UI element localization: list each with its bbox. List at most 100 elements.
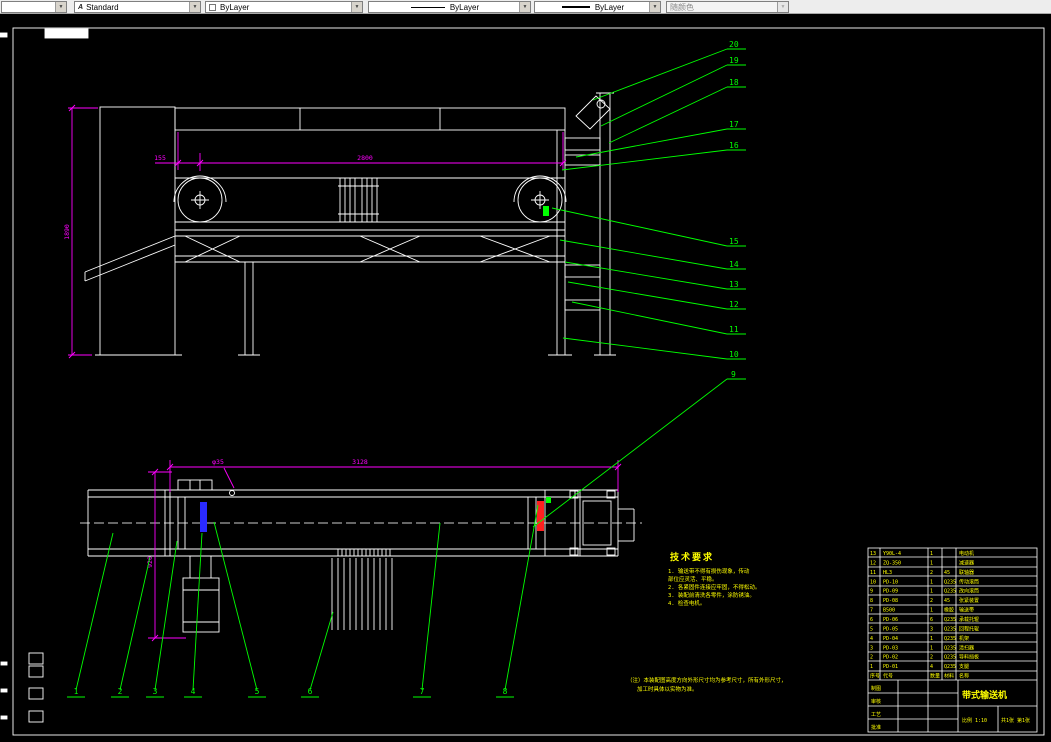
bom-cell: 1 bbox=[930, 608, 933, 614]
info-label-check: 审核 bbox=[871, 698, 881, 705]
tech-line-3: 2. 各紧固件连接应牢固，不得松动。 bbox=[668, 583, 760, 591]
bom-cell: 9 bbox=[870, 589, 873, 595]
bom-cell: 8 bbox=[870, 598, 873, 604]
bom-cell: 传动滚筒 bbox=[959, 578, 979, 585]
bom-cell: HL3 bbox=[883, 570, 892, 576]
info-label-process: 工艺 bbox=[871, 712, 881, 718]
bom-cell: Q235 bbox=[944, 626, 956, 632]
bom-cell: 4 bbox=[870, 636, 873, 642]
bom-cell: 改向滚筒 bbox=[959, 588, 979, 595]
bom-cell: PD-04 bbox=[883, 636, 898, 642]
bom-cell: 2 bbox=[930, 598, 933, 604]
bom-cell: 2 bbox=[930, 570, 933, 576]
text-style-icon: A bbox=[78, 3, 84, 11]
bom-cell: 名称 bbox=[959, 673, 969, 680]
leader-lines-bottom bbox=[67, 504, 539, 698]
tech-requirements-title: 技术要求 bbox=[670, 551, 714, 563]
bom-cell: 减速器 bbox=[959, 559, 974, 566]
callout-number-13: 13 bbox=[729, 280, 739, 289]
linetype-dropdown[interactable]: ByLayer ▼ bbox=[368, 1, 531, 13]
bom-cell: ZQ-350 bbox=[883, 560, 901, 566]
bom-cell: 45 bbox=[944, 570, 950, 576]
bom-cell: 3 bbox=[930, 626, 933, 632]
callout-number-6: 6 bbox=[308, 687, 313, 696]
bom-parts-list: 13 Y90L-4 1 电动机12 ZQ-350 1 减速器11 HL3 2 45 联轴器10 PD-… bbox=[870, 550, 979, 680]
side-view-dimensions: 155 2800 1890 bbox=[63, 104, 567, 359]
callout-number-7: 7 bbox=[420, 687, 425, 696]
lineweight-arrow-icon[interactable]: ▼ bbox=[649, 2, 660, 12]
color-swatch-icon bbox=[209, 3, 216, 11]
model-space-canvas[interactable]: 155 2800 1890 3128 φ35 920 20 19 18 17 1… bbox=[0, 14, 1051, 742]
bom-cell: 1 bbox=[930, 560, 933, 566]
linetype-value: ByLayer bbox=[449, 2, 480, 12]
tech-line-1: 1. 输送带不得有损伤现象，传动 bbox=[668, 567, 750, 575]
bom-cell: Q235 bbox=[944, 645, 956, 651]
cad-drawing: 155 2800 1890 3128 φ35 920 20 19 18 17 1… bbox=[0, 27, 1045, 736]
text-style-arrow-icon[interactable]: ▼ bbox=[189, 2, 200, 12]
text-style-value: Standard bbox=[86, 2, 119, 12]
linetype-arrow-icon[interactable]: ▼ bbox=[519, 2, 530, 12]
layer-dropdown-arrow-icon[interactable]: ▼ bbox=[55, 2, 66, 12]
bom-cell: PD-09 bbox=[883, 589, 898, 595]
tech-line-5: 4. 检查电机。 bbox=[668, 599, 705, 607]
callouts-bottom: 1 2 3 4 5 6 7 8 bbox=[74, 687, 508, 696]
lineweight-value: ByLayer bbox=[594, 2, 625, 12]
drawing-sheet-count: 共1张 第1张 bbox=[1001, 717, 1030, 724]
bom-cell: Q235 bbox=[944, 579, 956, 585]
bom-cell: 数量 bbox=[930, 673, 940, 680]
bom-cell: 10 bbox=[870, 579, 876, 585]
bom-cell: 联轴器 bbox=[959, 569, 974, 576]
callout-number-5: 5 bbox=[255, 687, 260, 696]
bom-cell: 支腿 bbox=[959, 663, 969, 670]
bom-cell: 2 bbox=[870, 655, 873, 661]
bom-cell: 机架 bbox=[959, 635, 969, 642]
plan-view-dimensions: 3128 φ35 920 bbox=[146, 458, 622, 642]
lineweight-dropdown[interactable]: ByLayer ▼ bbox=[534, 1, 661, 13]
bom-cell: 1 bbox=[870, 664, 873, 670]
bom-cell: PD-03 bbox=[883, 645, 898, 651]
title-block-info: 制图 审核 工艺 批准 带式输送机 比例 1:10 共1张 第1张 bbox=[871, 685, 1030, 731]
lineweight-sample-icon bbox=[561, 6, 590, 8]
bom-cell: 5 bbox=[870, 626, 873, 632]
bom-cell: PD-02 bbox=[883, 655, 898, 661]
bom-cell: 导料挡板 bbox=[959, 654, 979, 661]
bom-cell: 1 bbox=[930, 636, 933, 642]
bom-cell: 2 bbox=[930, 655, 933, 661]
callout-number-18: 18 bbox=[729, 78, 739, 87]
plotstyle-value: 随颜色 bbox=[670, 2, 694, 12]
callout-number-2: 2 bbox=[118, 687, 123, 696]
bom-cell: 11 bbox=[870, 570, 876, 576]
callout-number-19: 19 bbox=[729, 56, 739, 65]
note-line-1: （注）本装配图高度方向外形尺寸均为参考尺寸，所有外形尺寸， bbox=[627, 676, 787, 684]
bom-cell: 代号 bbox=[883, 673, 893, 680]
layer-dropdown[interactable]: ▼ bbox=[1, 1, 67, 13]
bom-cell: PD-05 bbox=[883, 626, 898, 632]
callout-number-9: 9 bbox=[731, 370, 736, 379]
bom-cell: Q235 bbox=[944, 617, 956, 623]
callout-number-10: 10 bbox=[729, 350, 739, 359]
callout-number-11: 11 bbox=[729, 325, 739, 334]
text-style-dropdown[interactable]: A Standard ▼ bbox=[74, 1, 201, 13]
dim-plan-length: 3128 bbox=[352, 458, 368, 466]
callout-number-14: 14 bbox=[729, 260, 739, 269]
tech-line-2: 部位应灵活、平稳。 bbox=[668, 575, 718, 583]
callout-number-20: 20 bbox=[729, 40, 739, 49]
dim-side-offset: 155 bbox=[154, 154, 166, 162]
bom-cell: Q235 bbox=[944, 655, 956, 661]
info-label-approve: 批准 bbox=[871, 724, 881, 731]
bom-cell: 4 bbox=[930, 664, 933, 670]
dim-side-length: 2800 bbox=[357, 154, 373, 162]
color-dropdown[interactable]: ByLayer ▼ bbox=[205, 1, 363, 13]
drawing-scale: 比例 1:10 bbox=[962, 717, 987, 724]
callout-number-15: 15 bbox=[729, 237, 739, 246]
bom-cell: 1 bbox=[930, 589, 933, 595]
bom-cell: PD-01 bbox=[883, 664, 898, 670]
callout-number-8: 8 bbox=[503, 687, 508, 696]
bom-cell: PD-06 bbox=[883, 617, 898, 623]
side-view-geometry bbox=[84, 92, 616, 356]
bom-cell: 7 bbox=[870, 608, 873, 614]
bom-cell: 电动机 bbox=[959, 550, 974, 557]
bom-cell: 清扫器 bbox=[959, 644, 974, 651]
callout-number-17: 17 bbox=[729, 120, 739, 129]
color-arrow-icon[interactable]: ▼ bbox=[351, 2, 362, 12]
